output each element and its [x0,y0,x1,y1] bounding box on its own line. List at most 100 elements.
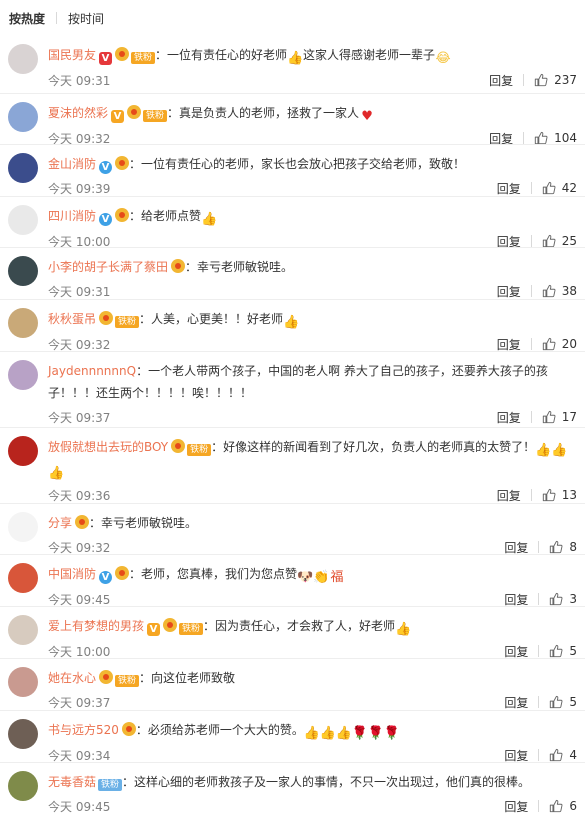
like-button[interactable]: 8 [549,540,577,554]
like-button[interactable]: 5 [549,695,577,709]
avatar[interactable] [8,256,38,286]
avatar[interactable] [8,44,38,74]
like-count: 5 [569,644,577,658]
comment-meta: 今天 09:31 回复 38 [48,281,577,301]
comment-text: ：一位有责任心的老师，家长也会放心把孩子交给老师，致敬！ [129,157,466,171]
tab-sort-by-hot[interactable]: 按热度 [9,10,45,27]
like-button[interactable]: 25 [542,234,577,248]
like-button[interactable]: 104 [534,131,577,145]
like-button[interactable]: 38 [542,284,577,298]
avatar[interactable] [8,308,38,338]
avatar[interactable] [8,360,38,390]
reply-button[interactable]: 回复 [489,72,513,89]
username-link[interactable]: 放假就想出去玩的BOY [48,440,168,454]
comment-content: 分享 ：幸亏老师敏锐哇。 [48,512,577,534]
tab-sort-by-time[interactable]: 按时间 [68,10,104,27]
username-link[interactable]: 分享 [48,516,72,530]
timestamp: 今天 09:45 [48,799,111,814]
timestamp: 今天 09:31 [48,73,111,88]
like-button[interactable]: 5 [549,644,577,658]
like-button[interactable]: 3 [549,592,577,606]
tab-divider [56,12,58,24]
fan-level-icon [115,47,130,61]
thumbs-up-icon [534,73,554,87]
comment-content: 书与远方520 ：必须给苏老师一个大大的赞。👍👍👍🌹🌹🌹 [48,719,577,742]
avatar[interactable] [8,771,38,801]
like-button[interactable]: 4 [549,748,577,762]
comment-meta: 今天 09:37 回复 5 [48,692,577,712]
avatar[interactable] [8,512,38,542]
meta-divider [530,235,532,247]
username-link[interactable]: 中国消防 [48,567,96,581]
thumb-icon: 👍 [551,443,568,458]
verified-icon: V [99,52,113,65]
username-link[interactable]: 夏沫的然彩 [48,106,108,120]
comment-text: ：因为责任心，才会救了人，好老师 [203,619,396,633]
comment-item: 无毒香菇 铁粉 ：这样心细的老师救孩子及一家人的事情，不只一次出现过，他们真的很棒。… [0,762,585,815]
comment-item: 爱上有梦想的男孩 V 铁粉 ：因为责任心，才会救了人，好老师👍 今天 10:00 回复 5 [0,606,585,660]
username-link[interactable]: 秋秋蛋吊 [48,312,96,326]
username-link[interactable]: 四川消防 [48,209,96,223]
fan-badge: 铁粉 [115,675,140,687]
avatar[interactable] [8,719,38,749]
comment-content: 国民男友 V 铁粉 ：一位有责任心的好老师👍这家人得感谢老师一辈子😂 [48,44,577,67]
comment-meta: 今天 09:39 回复 42 [48,178,577,198]
thumbs-up-icon [549,540,569,554]
reply-button[interactable]: 回复 [504,694,528,711]
thumb-icon: 👍 [287,51,304,66]
reply-button[interactable]: 回复 [504,798,528,815]
timestamp: 今天 10:00 [48,644,111,659]
username-link[interactable]: 金山消防 [48,157,96,171]
avatar[interactable] [8,563,38,593]
thumbs-up-icon [549,695,569,709]
verified-icon: V [111,110,125,123]
reply-button[interactable]: 回复 [504,643,528,660]
reply-button[interactable]: 回复 [497,180,521,197]
fan-level-icon [75,515,90,529]
reply-button[interactable]: 回复 [497,336,521,353]
comment-item: 她在水心 铁粉 ：向这位老师致敬 今天 09:37 回复 5 [0,658,585,710]
avatar[interactable] [8,615,38,645]
thumbs-up-icon [542,181,562,195]
rose-icon: 🌹 [383,726,401,741]
avatar[interactable] [8,205,38,235]
meta-divider [538,593,540,605]
username-link[interactable]: 书与远方520 [48,723,119,737]
username-link[interactable]: 无毒香菇 [48,775,96,789]
thumbs-up-icon [542,284,562,298]
verified-icon: V [99,213,113,226]
comment-content: 金山消防 V ：一位有责任心的老师，家长也会放心把孩子交给老师，致敬！ [48,153,577,175]
fu-icon: 福 [330,570,344,585]
meta-divider [538,696,540,708]
like-button[interactable]: 17 [542,410,577,424]
like-button[interactable]: 20 [542,337,577,351]
like-button[interactable]: 42 [542,181,577,195]
like-count: 5 [569,695,577,709]
reply-button[interactable]: 回复 [504,539,528,556]
username-link[interactable]: JaydennnnnnQ [48,364,136,378]
timestamp: 今天 09:36 [48,488,111,503]
comment-item: 国民男友 V 铁粉 ：一位有责任心的好老师👍这家人得感谢老师一辈子😂 今天 09:31 回… [0,36,585,93]
timestamp: 今天 09:37 [48,410,111,425]
reply-button[interactable]: 回复 [497,409,521,426]
fan-badge: 铁粉 [179,623,204,635]
reply-button[interactable]: 回复 [497,487,521,504]
avatar[interactable] [8,102,38,132]
comment-content: 放假就想出去玩的BOY 铁粉 ：好像这样的新闻看到了好几次，负责人的老师真的太赞了！… [48,436,577,482]
avatar[interactable] [8,153,38,183]
avatar[interactable] [8,436,38,466]
reply-button[interactable]: 回复 [504,591,528,608]
reply-button[interactable]: 回复 [504,747,528,764]
comment-text: ：人美，心更美！！好老师 [139,312,284,326]
username-link[interactable]: 小李的胡子长满了蔡田 [48,260,168,274]
comment-item: 书与远方520 ：必须给苏老师一个大大的赞。👍👍👍🌹🌹🌹 今天 09:34 回复 4 [0,710,585,764]
username-link[interactable]: 爱上有梦想的男孩 [48,619,144,633]
avatar[interactable] [8,667,38,697]
reply-button[interactable]: 回复 [497,283,521,300]
thumb-icon: 👍 [319,726,337,741]
username-link[interactable]: 国民男友 [48,48,96,62]
username-link[interactable]: 她在水心 [48,671,96,685]
like-button[interactable]: 13 [542,488,577,502]
like-button[interactable]: 6 [549,799,577,813]
like-button[interactable]: 237 [534,73,577,87]
